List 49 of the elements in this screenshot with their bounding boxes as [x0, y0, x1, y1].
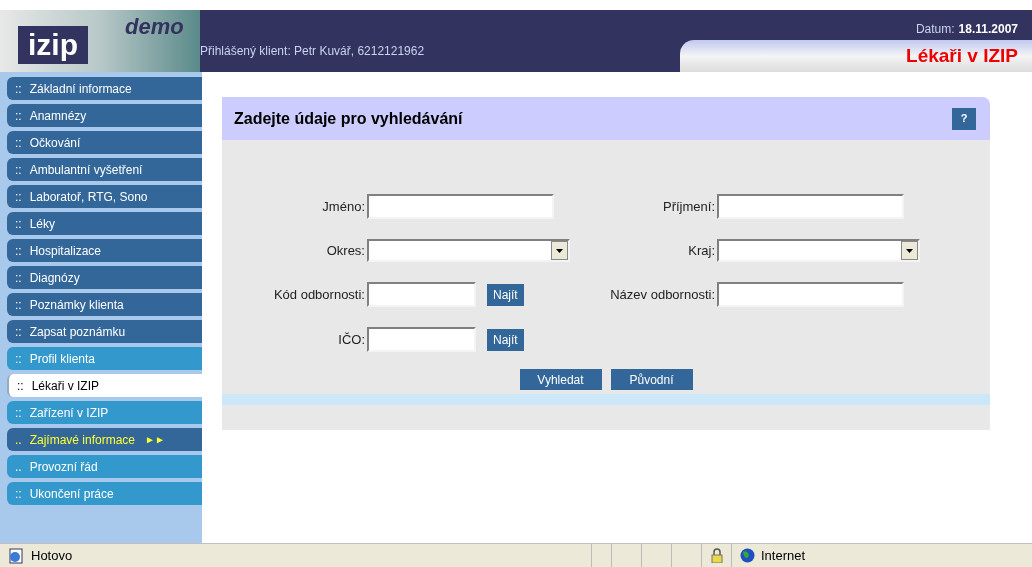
- input-field[interactable]: [717, 282, 904, 307]
- field-label: IČO:: [337, 330, 366, 349]
- browser-page-icon: [8, 547, 26, 564]
- page-title: Lékaři v IZIP: [680, 40, 1032, 72]
- client-info: Přihlášený klient: Petr Kuvář, 6212121962: [200, 43, 426, 60]
- field-label: Název odbornosti:: [609, 285, 716, 304]
- sidebar-item[interactable]: :: Zařízení v IZIP: [7, 401, 202, 424]
- date-label: Datum:: [915, 21, 955, 38]
- find-button[interactable]: Najít: [487, 283, 524, 306]
- sidebar-item[interactable]: .. Provozní řád: [7, 455, 202, 478]
- security-zone: Internet: [761, 546, 806, 565]
- sidebar-item[interactable]: :: Poznámky klienta: [7, 293, 202, 316]
- sidebar-item[interactable]: :: Léky: [7, 212, 202, 235]
- help-button[interactable]: ?: [952, 107, 976, 130]
- globe-icon: [740, 548, 755, 563]
- input-field[interactable]: [367, 282, 476, 307]
- logo: izip: [18, 26, 88, 64]
- sidebar-item[interactable]: :: Základní informace: [7, 77, 202, 100]
- sidebar-item[interactable]: :: Anamnézy: [7, 104, 202, 127]
- dropdown-arrow-icon: [906, 248, 913, 253]
- sidebar-item[interactable]: :: Profil klienta: [7, 347, 202, 370]
- sidebar-item[interactable]: :: Ukončení práce: [7, 482, 202, 505]
- input-field[interactable]: [367, 327, 476, 352]
- sidebar-item[interactable]: :: Laboratoř, RTG, Sono: [7, 185, 202, 208]
- logo-subtitle: demo: [125, 13, 184, 41]
- sidebar-item[interactable]: :: Očkování: [7, 131, 202, 154]
- date: 18.11.2007: [958, 21, 1018, 38]
- sidebar-item[interactable]: :: Zapsat poznámku: [7, 320, 202, 343]
- lock-icon: [710, 548, 723, 563]
- dropdown-arrow-icon: [556, 248, 563, 253]
- dropdown[interactable]: [367, 239, 570, 262]
- field-label: Kraj:: [687, 241, 716, 260]
- form-button[interactable]: Vyhledat: [519, 369, 602, 390]
- status-text: Hotovo: [31, 546, 74, 565]
- input-field[interactable]: [367, 194, 554, 219]
- field-label: Kód odbornosti:: [272, 285, 366, 304]
- dropdown[interactable]: [717, 239, 920, 262]
- panel-title: Zadejte údaje pro vyhledávání: [234, 108, 463, 129]
- input-field[interactable]: [717, 194, 904, 219]
- field-label: Příjmení:: [662, 197, 716, 216]
- sidebar-item[interactable]: :: Diagnózy: [7, 266, 202, 289]
- sidebar-item[interactable]: .. Zajímavé informace ►►: [7, 428, 202, 451]
- find-button[interactable]: Najít: [487, 328, 524, 351]
- form-button[interactable]: Původní: [610, 369, 693, 390]
- field-label: Okres:: [325, 241, 366, 260]
- sidebar-item[interactable]: :: Lékaři v IZIP: [7, 374, 202, 397]
- field-label: Jméno:: [321, 197, 366, 216]
- sidebar-item[interactable]: :: Hospitalizace: [7, 239, 202, 262]
- sidebar-item[interactable]: :: Ambulantní vyšetření: [7, 158, 202, 181]
